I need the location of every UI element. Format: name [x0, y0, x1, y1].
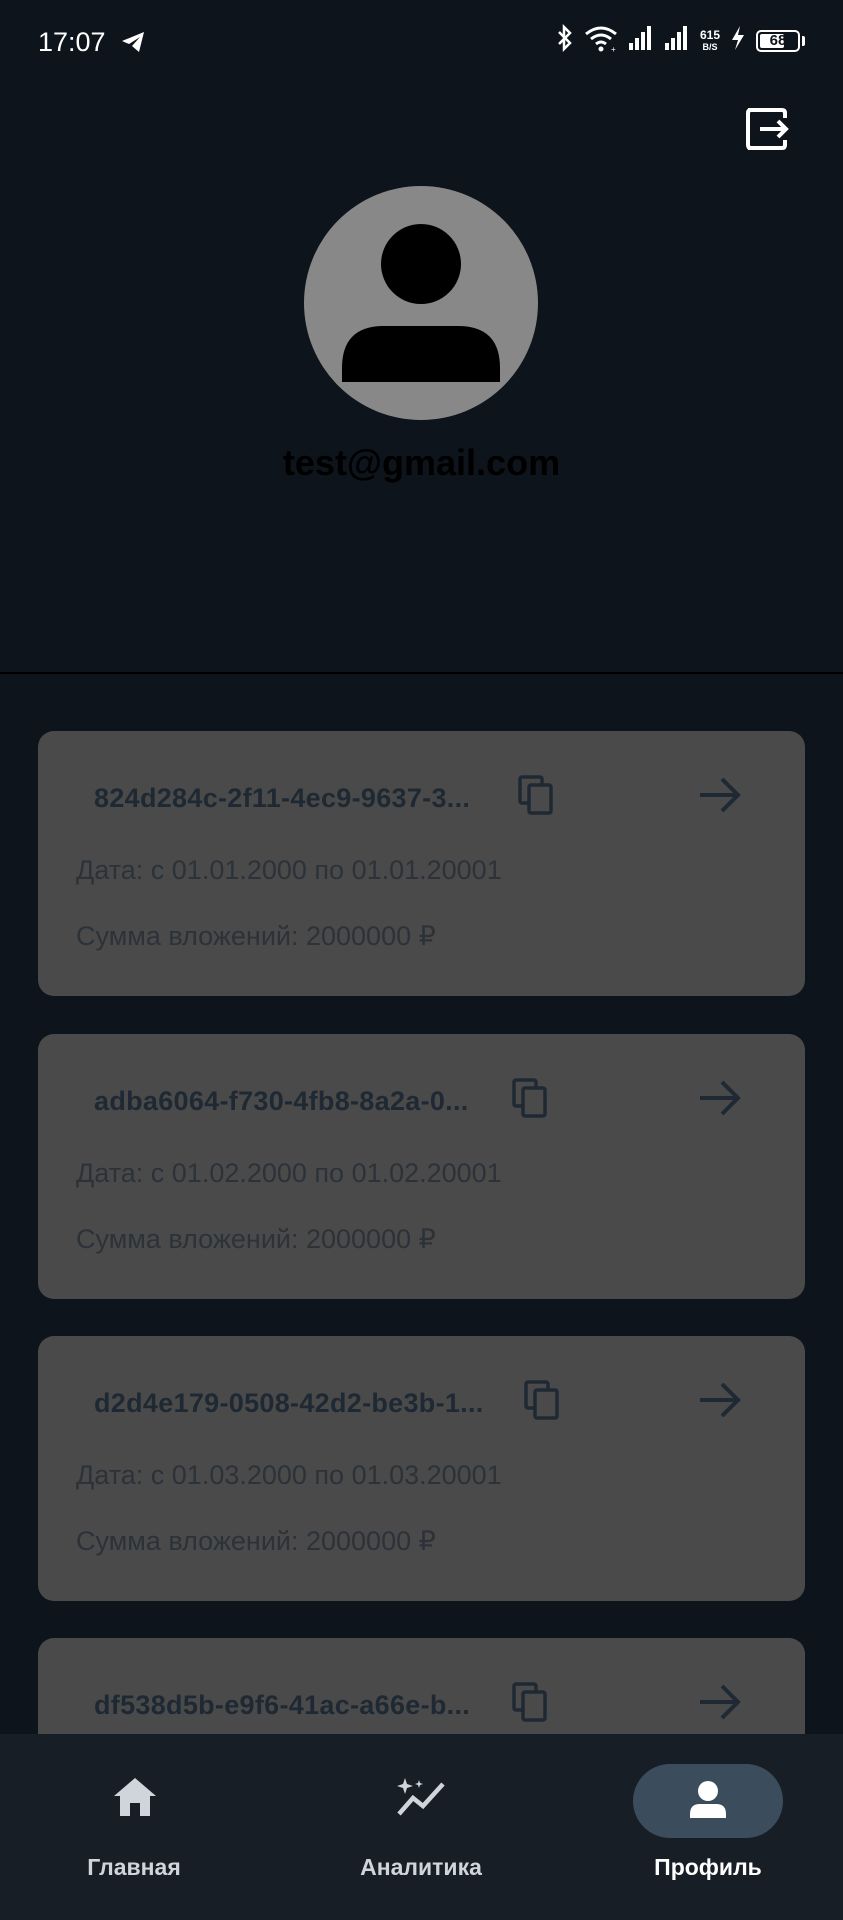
battery-tip [802, 35, 805, 46]
profile-icon [688, 1780, 728, 1825]
copy-icon[interactable] [518, 775, 554, 815]
investment-id: adba6064-f730-4fb8-8a2a-0... [94, 1086, 469, 1116]
arrow-right-icon[interactable] [698, 1380, 742, 1420]
nav-item-profile[interactable]: Профиль [608, 1734, 808, 1920]
status-bar: 17:07 + 615 B/S 68 [0, 0, 843, 86]
arrow-right-icon[interactable] [698, 1078, 742, 1118]
nav-label-analytics: Аналитика [360, 1854, 482, 1880]
copy-icon[interactable] [524, 1380, 560, 1420]
net-speed-unit: B/S [702, 41, 718, 52]
analytics-icon [395, 1774, 447, 1823]
bluetooth-icon [556, 23, 574, 57]
copy-icon[interactable] [512, 1682, 548, 1722]
status-icons: + 615 B/S 68 [556, 23, 805, 57]
investment-date: Дата: с 01.02.2000 по 01.02.20001 [76, 1158, 502, 1188]
arrow-right-icon[interactable] [698, 1682, 742, 1722]
investment-date: Дата: с 01.03.2000 по 01.03.20001 [76, 1460, 502, 1490]
net-speed-value: 615 [699, 27, 720, 42]
battery-icon: 68 [756, 29, 800, 52]
nav-label-home: Главная [87, 1854, 181, 1880]
arrow-right-icon[interactable] [698, 775, 742, 815]
signal-icon [664, 25, 690, 56]
svg-text:+: + [611, 45, 616, 52]
home-icon [112, 1776, 158, 1823]
status-time: 17:07 [38, 27, 106, 57]
logout-button[interactable] [742, 104, 792, 154]
nav-item-analytics[interactable]: Аналитика [321, 1734, 521, 1920]
nav-label-profile: Профиль [654, 1854, 762, 1880]
investment-sum: Сумма вложений: 2000000 ₽ [76, 1526, 436, 1556]
avatar [304, 186, 538, 420]
investment-date: Дата: с 01.01.2000 по 01.01.20001 [76, 855, 502, 885]
divider [0, 672, 843, 674]
investment-card[interactable]: adba6064-f730-4fb8-8a2a-0... Дата: с 01.… [38, 1034, 805, 1299]
investment-sum: Сумма вложений: 2000000 ₽ [76, 921, 436, 951]
wifi-icon: + [584, 24, 618, 57]
user-email: test@gmail.com [282, 442, 561, 483]
bottom-nav: Главная Аналитика Профиль [0, 1734, 843, 1920]
battery-level: 68 [769, 32, 787, 49]
copy-icon[interactable] [512, 1078, 548, 1118]
investment-card[interactable]: 824d284c-2f11-4ec9-9637-3... Дата: с 01.… [38, 731, 805, 996]
net-speed: 615 B/S [700, 29, 720, 53]
investment-id: d2d4e179-0508-42d2-be3b-1... [94, 1388, 484, 1418]
investment-sum: Сумма вложений: 2000000 ₽ [76, 1224, 436, 1254]
investment-id: df538d5b-e9f6-41ac-a66e-b... [94, 1690, 471, 1720]
person-icon [342, 224, 500, 382]
investment-id: 824d284c-2f11-4ec9-9637-3... [94, 783, 471, 813]
telegram-icon [120, 30, 146, 59]
signal-icon [628, 25, 654, 56]
charging-icon [730, 25, 746, 56]
investment-card[interactable]: d2d4e179-0508-42d2-be3b-1... Дата: с 01.… [38, 1336, 805, 1601]
logout-icon [746, 108, 789, 150]
nav-item-home[interactable]: Главная [34, 1734, 234, 1920]
